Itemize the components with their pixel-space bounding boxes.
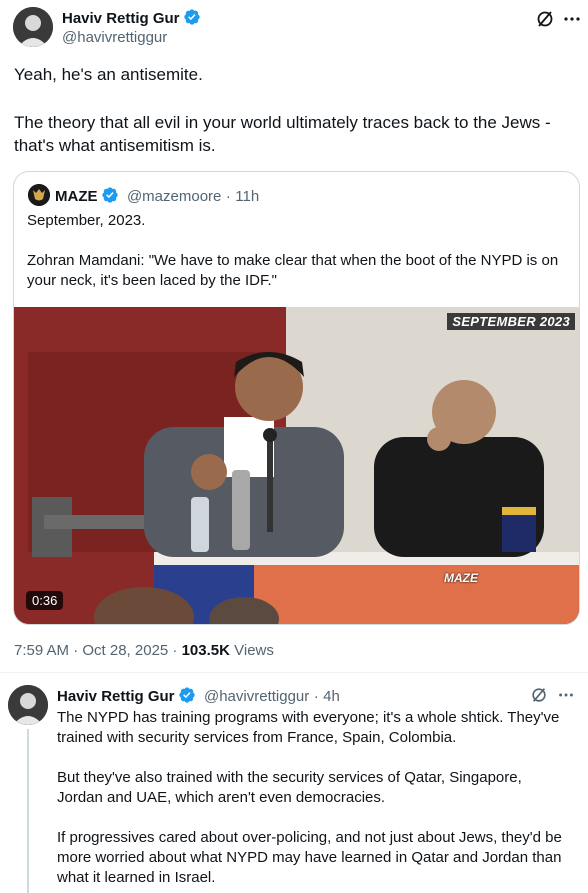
meta-separator: · [225, 188, 231, 205]
video-date-banner: SEPTEMBER 2023 [447, 313, 575, 330]
author-name[interactable]: Haviv Rettig Gur [62, 10, 180, 27]
thread-line [27, 729, 29, 893]
tweet-text-line2: The theory that all evil in your world u… [14, 113, 551, 155]
quoted-author-name: MAZE [55, 188, 98, 205]
author-handle[interactable]: @havivrettiggur [62, 29, 167, 46]
verified-badge-icon [101, 186, 119, 209]
views-count: 103.5K [181, 642, 230, 659]
reply-author-handle[interactable]: @havivrettiggur [204, 688, 309, 705]
quoted-author-handle: @mazemoore [126, 188, 222, 205]
reply-author-name[interactable]: Haviv Rettig Gur [57, 688, 175, 705]
quoted-text-line2: Zohran Mamdani: "We have to make clear t… [27, 252, 559, 289]
author-name-row: Haviv Rettig Gur [62, 8, 201, 31]
quoted-author-row: MAZE @mazemoore · 11h [55, 186, 259, 209]
reply-author-row: Haviv Rettig Gur @havivrettiggur · 4h [57, 686, 340, 709]
reply-paragraph-1: The NYPD has training programs with ever… [57, 709, 560, 746]
quoted-time: 11h [235, 188, 260, 205]
tweet-timestamp[interactable]: 7:59 AM · Oct 28, 2025 · [14, 642, 177, 659]
more-icon[interactable] [557, 686, 575, 704]
video-frame [14, 307, 579, 624]
author-avatar[interactable] [13, 7, 53, 47]
tweet-text-line1: Yeah, he's an antisemite. [14, 65, 203, 84]
tweet-meta: 7:59 AM · Oct 28, 2025 · 103.5K Views [14, 642, 274, 659]
grok-icon[interactable] [535, 9, 555, 29]
grok-icon[interactable] [530, 686, 548, 704]
video-player[interactable]: SEPTEMBER 2023 MAZE 0:36 [14, 307, 579, 624]
reply-paragraph-2: But they've also trained with the securi… [57, 769, 522, 806]
divider [0, 672, 588, 673]
views-label: Views [234, 642, 274, 659]
meta-separator: · [313, 688, 319, 705]
more-icon[interactable] [562, 9, 582, 29]
quoted-tweet-card[interactable]: MAZE @mazemoore · 11h September, 2023. Z… [13, 171, 580, 625]
quoted-author-avatar [28, 184, 50, 206]
quoted-text-line1: September, 2023. [27, 212, 146, 229]
video-watermark: MAZE [444, 571, 478, 585]
verified-badge-icon [178, 686, 196, 709]
reply-time[interactable]: 4h [323, 688, 340, 705]
reply-paragraph-3: If progressives cared about over-policin… [57, 829, 562, 886]
video-duration: 0:36 [26, 591, 64, 610]
verified-badge-icon [183, 8, 201, 31]
reply-author-avatar[interactable] [8, 685, 48, 725]
